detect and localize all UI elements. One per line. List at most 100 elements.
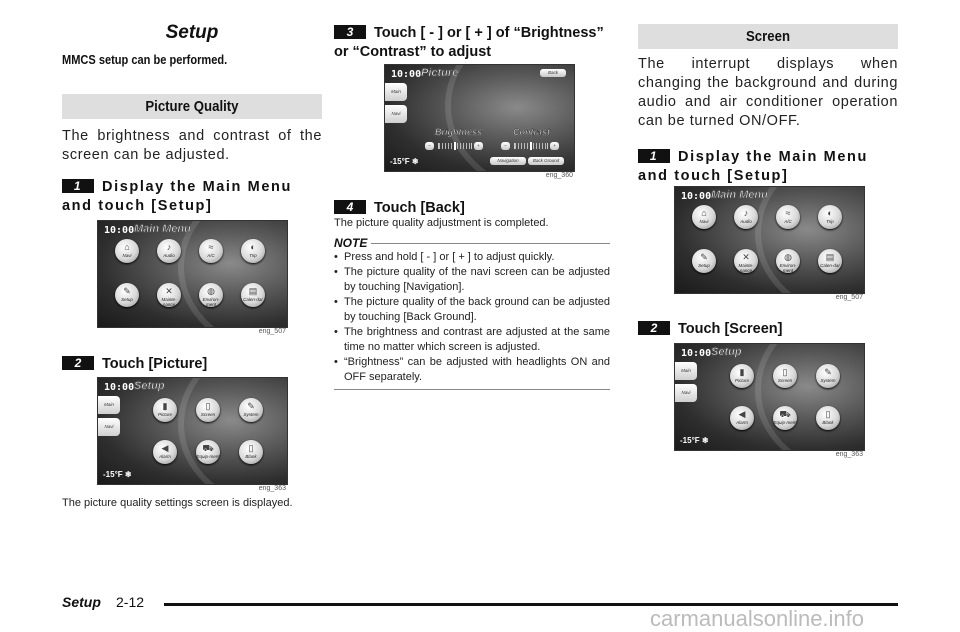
note-title: NOTE <box>334 236 368 250</box>
menu-button-label: Audio <box>740 219 752 224</box>
figure-caption: eng_507 <box>835 294 863 301</box>
menu-button-label: Setup <box>698 263 710 268</box>
menu-button-system[interactable]: ✎ System <box>239 398 263 422</box>
side-main-button[interactable]: Main <box>675 362 697 380</box>
menu-button-icon: ◍ <box>207 286 215 296</box>
brightness-minus-button[interactable]: − <box>425 142 434 150</box>
menu-button-icon: ✎ <box>700 252 708 262</box>
figure-caption: eng_363 <box>258 485 286 492</box>
side-main-button[interactable]: Main <box>98 396 120 414</box>
step-3-heading: 3 Touch [ - ] or [ + ] of “Brightness” or… <box>334 25 604 60</box>
brightness-label: Brightness <box>435 127 483 138</box>
menu-button-label: Trip <box>826 219 834 224</box>
side-navi-button[interactable]: Navi <box>675 384 697 402</box>
note-item: Press and hold [ - ] or [ + ] to adjust … <box>334 250 610 265</box>
temperature: -15°F ❄ <box>680 436 709 445</box>
menu-button-navi[interactable]: ⌂ Navi <box>692 205 716 229</box>
menu-button-label: Picture <box>157 412 172 417</box>
screen-title: Main Menu <box>134 223 191 236</box>
screen-step-2-heading: 2 Touch [Screen] <box>638 320 782 339</box>
menu-button-system[interactable]: ✎ System <box>816 364 840 388</box>
contrast-plus-button[interactable]: + <box>550 142 559 150</box>
menu-button-maintenance[interactable]: ✕ Mainte-nance <box>734 249 758 273</box>
screen-title: Main Menu <box>711 189 768 202</box>
menu-button-icon: ◍ <box>784 252 792 262</box>
menu-button-equipment[interactable]: ⛟ Equip-ment <box>773 406 797 430</box>
footer-section: Setup <box>62 594 101 610</box>
menu-button-trip[interactable]: ◐ Trip <box>818 205 842 229</box>
menu-button-label: Blank <box>245 454 257 459</box>
brightness-slider[interactable] <box>438 142 472 150</box>
menu-button-picture[interactable]: ▮ Picture <box>730 364 754 388</box>
figure-caption: eng_363 <box>835 451 863 458</box>
side-navi-button[interactable]: Navi <box>98 418 120 436</box>
menu-button-label: Environ-ment <box>779 263 797 273</box>
step-4-result: The picture quality adjustment is comple… <box>334 217 549 229</box>
page-subtitle: MMCS setup can be performed. <box>62 52 228 67</box>
menu-button-setup[interactable]: ✎ Setup <box>692 249 716 273</box>
contrast-minus-button[interactable]: − <box>501 142 510 150</box>
figure-caption: eng_360 <box>545 172 573 179</box>
menu-button-environment[interactable]: ◍ Environ-ment <box>199 283 223 307</box>
menu-button-calendar[interactable]: ▤ Calen-dar <box>818 249 842 273</box>
menu-button-screen[interactable]: ▯ Screen <box>773 364 797 388</box>
menu-button-label: Equip-ment <box>773 420 797 425</box>
menu-button-icon: ✕ <box>165 286 173 296</box>
setup-screenshot: 10:00 Setup Main Navi -15°F ❄ ▮ Picture ▯ S… <box>674 343 865 451</box>
menu-button-icon: ✎ <box>247 401 255 411</box>
menu-button-label: Picture <box>734 378 749 383</box>
menu-button-alarm[interactable]: ◀ Alarm <box>730 406 754 430</box>
brightness-plus-button[interactable]: + <box>474 142 483 150</box>
side-navi-button[interactable]: Navi <box>385 105 407 123</box>
contrast-slider-handle[interactable] <box>530 142 532 150</box>
clock: 10:00 <box>681 348 712 359</box>
menu-button-label: A/C <box>784 219 792 224</box>
menu-button-blank[interactable]: ▯ Blank <box>816 406 840 430</box>
step-2-result: The picture quality settings screen is d… <box>62 497 293 509</box>
note-item: The picture quality of the back ground c… <box>334 295 610 325</box>
navigation-button[interactable]: Navigation <box>490 157 526 165</box>
picture-screenshot: 10:00 Picture Back Main Navi Brightness … <box>384 64 575 172</box>
menu-button-label: Trip <box>249 253 257 258</box>
menu-button-calendar[interactable]: ▤ Calen-dar <box>241 283 265 307</box>
menu-button-environment[interactable]: ◍ Environ-ment <box>776 249 800 273</box>
menu-button-label: Alarm <box>159 454 171 459</box>
side-main-button[interactable]: Main <box>385 83 407 101</box>
menu-button-audio[interactable]: ♪ Audio <box>734 205 758 229</box>
menu-button-ac[interactable]: ≈ A/C <box>776 205 800 229</box>
back-ground-button[interactable]: Back Ground <box>528 157 564 165</box>
menu-button-icon: ▯ <box>782 367 788 377</box>
menu-button-icon: ≈ <box>208 242 214 252</box>
menu-button-navi[interactable]: ⌂ Navi <box>115 239 139 263</box>
temperature: -15°F ❄ <box>390 157 419 166</box>
screen-title: Setup <box>134 380 165 393</box>
setup-screenshot: 10:00 Setup Main Navi -15°F ❄ ▮ Picture ▯ S… <box>97 377 288 485</box>
menu-button-icon: ▮ <box>739 367 745 377</box>
menu-button-blank[interactable]: ▯ Blank <box>239 440 263 464</box>
menu-button-setup[interactable]: ✎ Setup <box>115 283 139 307</box>
page-number: 2-12 <box>116 594 145 610</box>
menu-button-equipment[interactable]: ⛟ Equip-ment <box>196 440 220 464</box>
menu-button-screen[interactable]: ▯ Screen <box>196 398 220 422</box>
menu-button-icon: ✎ <box>123 286 131 296</box>
brightness-slider-handle[interactable] <box>454 142 456 150</box>
menu-button-trip[interactable]: ◐ Trip <box>241 239 265 263</box>
menu-button-label: System <box>243 412 259 417</box>
note-item: The picture quality of the navi screen c… <box>334 265 610 295</box>
back-button[interactable]: Back <box>540 69 566 77</box>
menu-button-label: System <box>820 378 836 383</box>
menu-button-maintenance[interactable]: ✕ Mainte-nance <box>157 283 181 307</box>
screen-heading: Screen <box>638 24 898 49</box>
menu-button-icon: ▯ <box>205 401 211 411</box>
menu-button-alarm[interactable]: ◀ Alarm <box>153 440 177 464</box>
menu-button-icon: ◀ <box>161 443 169 453</box>
menu-button-icon: ✕ <box>742 252 750 262</box>
menu-button-label: Setup <box>121 297 133 302</box>
menu-button-icon: ≈ <box>785 208 791 218</box>
figure-caption: eng_507 <box>258 328 286 335</box>
contrast-slider[interactable] <box>514 142 548 150</box>
menu-button-ac[interactable]: ≈ A/C <box>199 239 223 263</box>
menu-button-audio[interactable]: ♪ Audio <box>157 239 181 263</box>
divider <box>334 389 610 390</box>
menu-button-picture[interactable]: ▮ Picture <box>153 398 177 422</box>
